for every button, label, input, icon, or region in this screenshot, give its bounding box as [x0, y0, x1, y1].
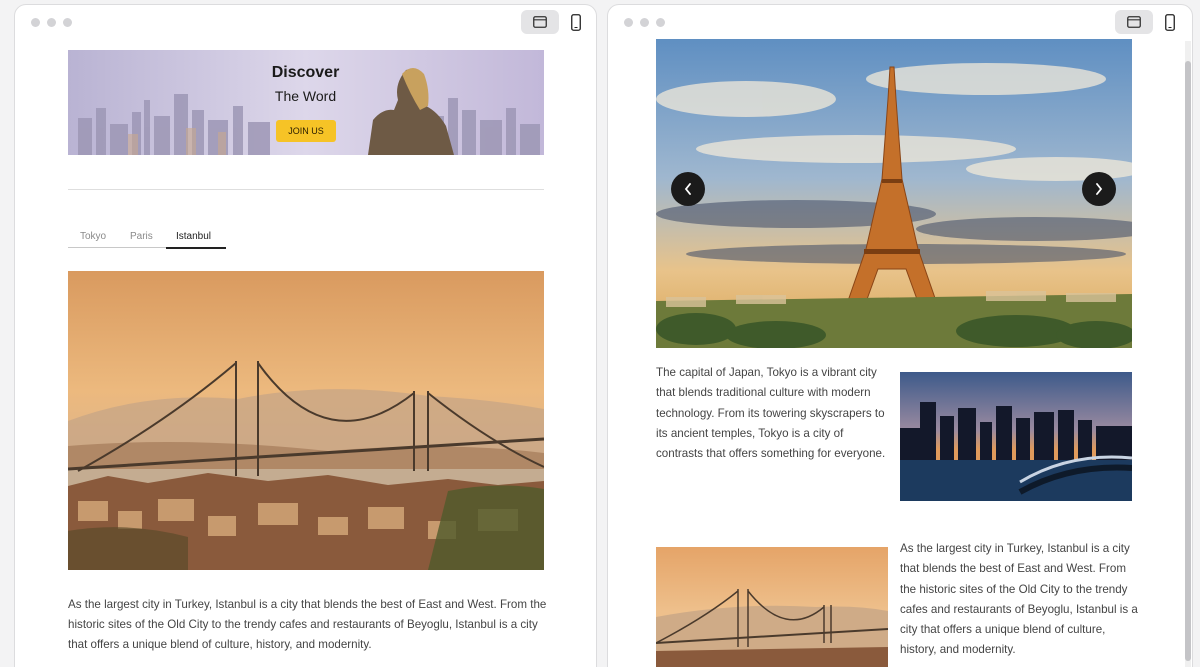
window-dot[interactable] — [640, 18, 649, 27]
desktop-view-button[interactable] — [1115, 10, 1153, 34]
tab-istanbul[interactable]: Istanbul — [176, 231, 211, 242]
window-dot[interactable] — [63, 18, 72, 27]
window-dot[interactable] — [47, 18, 56, 27]
window-dot[interactable] — [31, 18, 40, 27]
view-toggle — [521, 10, 584, 34]
mobile-view-button[interactable] — [568, 10, 584, 34]
istanbul-bridge-photo — [68, 271, 544, 570]
window-controls — [31, 18, 72, 27]
banner-title: Discover — [271, 64, 340, 81]
mobile-view-icon — [571, 13, 581, 31]
divider — [68, 189, 544, 190]
istanbul-bridge-thumbnail — [656, 547, 888, 667]
banner-subtitle: The Word — [274, 88, 337, 104]
tokyo-description: The capital of Japan, Tokyo is a vibrant… — [656, 366, 886, 461]
mobile-view-button[interactable] — [1162, 10, 1178, 34]
scrollbar[interactable] — [1185, 41, 1191, 667]
preview-window-mobile: The capital of Japan, Tokyo is a vibrant… — [607, 4, 1193, 667]
chevron-left-icon — [684, 183, 691, 195]
window-dot[interactable] — [624, 18, 633, 27]
carousel-next-button[interactable] — [1082, 172, 1116, 206]
desktop-view-button[interactable] — [521, 10, 559, 34]
preview-window-desktop: Discover The Word JOIN US Tokyo Paris Is… — [14, 4, 597, 667]
tokyo-skyline-photo — [900, 372, 1132, 501]
istanbul-description: As the largest city in Turkey, Istanbul … — [68, 598, 547, 651]
tab-paris[interactable]: Paris — [130, 231, 153, 242]
window-dot[interactable] — [656, 18, 665, 27]
view-toggle — [1115, 10, 1178, 34]
tab-tokyo[interactable]: Tokyo — [80, 231, 106, 242]
promo-banner: Discover The Word JOIN US — [68, 50, 544, 155]
active-tab-indicator — [166, 247, 226, 249]
mobile-view-icon — [1165, 13, 1175, 31]
desktop-view-icon — [1127, 16, 1141, 28]
join-us-button[interactable]: JOIN US — [276, 120, 336, 142]
window-controls — [624, 18, 665, 27]
chevron-right-icon — [1096, 183, 1103, 195]
istanbul-description: As the largest city in Turkey, Istanbul … — [900, 542, 1138, 657]
carousel-slide-eiffel-tower — [656, 39, 1132, 348]
city-tabs: Tokyo Paris Istanbul — [68, 228, 226, 249]
scrollbar-thumb[interactable] — [1185, 61, 1191, 661]
carousel-prev-button[interactable] — [671, 172, 705, 206]
desktop-view-icon — [533, 16, 547, 28]
